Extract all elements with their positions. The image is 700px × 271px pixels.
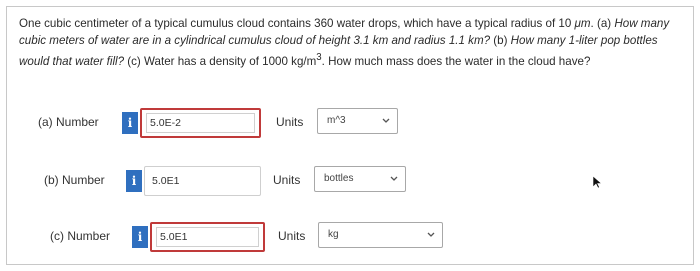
part-b-label: (b) Number <box>44 173 105 187</box>
chevron-down-icon <box>427 232 435 237</box>
mouse-pointer-icon <box>592 175 602 189</box>
question-sentence-1: One cubic centimeter of a typical cumulu… <box>19 17 575 30</box>
part-a-label: (a) Number <box>38 115 99 129</box>
info-icon[interactable]: i <box>126 170 142 192</box>
part-b-answer-box <box>144 166 261 196</box>
info-icon[interactable]: i <box>122 112 138 134</box>
chevron-down-icon <box>382 118 390 123</box>
part-a-tag: (a) <box>596 17 612 30</box>
part-b-units-value: bottles <box>324 173 354 184</box>
part-c-number-input[interactable] <box>156 227 259 247</box>
part-c-units-label: Units <box>278 229 306 243</box>
part-a-number-input[interactable] <box>146 113 255 133</box>
part-b-tag: (b) <box>493 34 508 47</box>
chevron-down-icon <box>390 176 398 181</box>
part-a-units-value: m^3 <box>327 115 346 126</box>
part-b-units-select[interactable]: bottles <box>314 166 406 192</box>
unit-micrometer: μm <box>574 17 591 30</box>
part-b-units-label: Units <box>273 173 301 187</box>
part-b-number-input[interactable] <box>149 171 256 191</box>
answer-row-c: (c) Number i Units kg <box>0 222 700 252</box>
part-c-question: Water has a density of 1000 kg/m <box>140 54 317 68</box>
part-c-tag: (c) <box>127 54 141 68</box>
info-icon[interactable]: i <box>132 226 148 248</box>
part-c-units-value: kg <box>328 229 339 240</box>
question-text: One cubic centimeter of a typical cumulu… <box>19 15 689 70</box>
answer-row-a: (a) Number i Units m^3 <box>0 108 700 138</box>
part-c-answer-box <box>150 222 265 252</box>
part-a-units-select[interactable]: m^3 <box>317 108 398 134</box>
part-a-answer-box <box>140 108 261 138</box>
part-c-label: (c) Number <box>50 229 111 243</box>
part-c-question-end: . How much mass does the water in the cl… <box>321 54 591 68</box>
part-c-units-select[interactable]: kg <box>318 222 443 248</box>
part-a-units-label: Units <box>276 115 304 129</box>
